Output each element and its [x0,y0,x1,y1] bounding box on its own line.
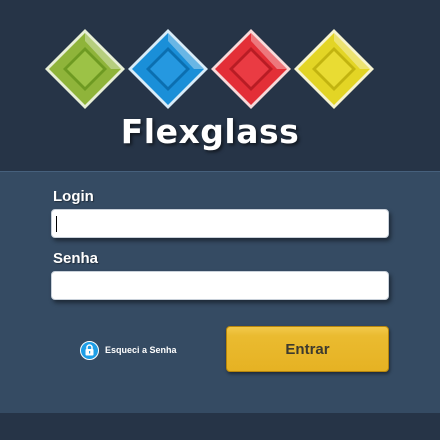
diamond-yellow-icon [294,29,374,109]
forgot-password-link[interactable]: Esqueci a Senha [80,340,177,360]
header: Flexglass [0,0,440,171]
password-label: Senha [53,250,99,267]
diamond-green-icon [45,29,125,109]
footer-bar [0,413,440,440]
forgot-password-label: Esqueci a Senha [105,345,177,355]
diamond-blue-icon [128,29,208,109]
submit-button[interactable]: Entrar [226,326,389,372]
login-label: Login [53,188,94,205]
diamond-red-icon [211,29,291,109]
lock-icon [80,340,99,360]
login-input[interactable] [51,209,389,238]
brand-logo [0,0,440,120]
brand-name: Flexglass [120,112,300,151]
password-input[interactable] [51,271,389,300]
text-cursor [56,216,57,232]
